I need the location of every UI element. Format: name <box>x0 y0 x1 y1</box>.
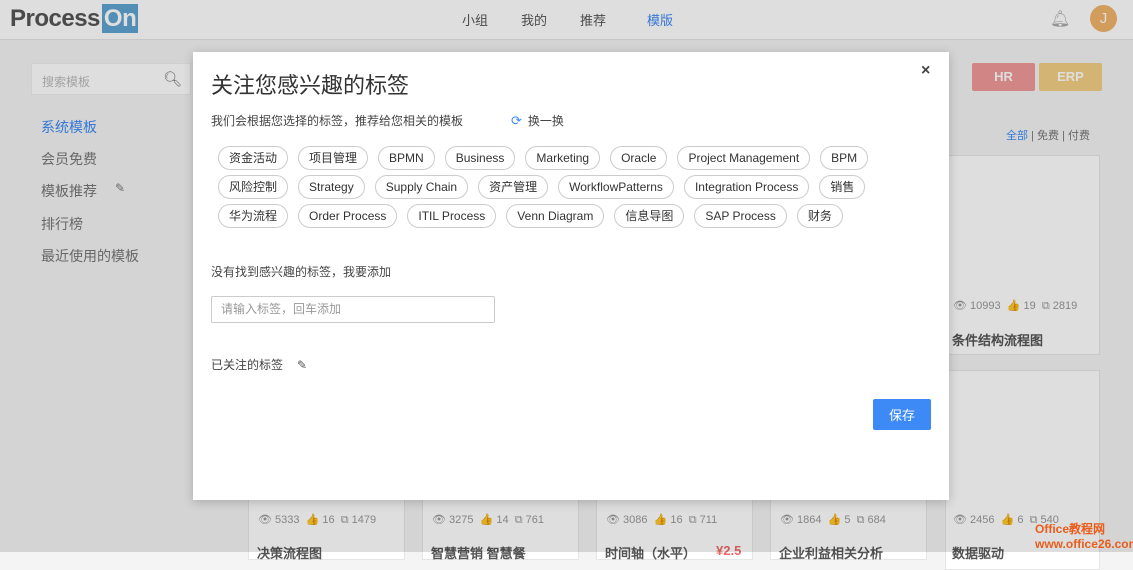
followed-tags-label: 已关注的标签 ✎ <box>211 356 307 373</box>
tag-chip[interactable]: SAP Process <box>694 204 787 228</box>
tag-row: 风险控制 Strategy Supply Chain 资产管理 WorkflowPatt… <box>218 175 898 199</box>
followed-text: 已关注的标签 <box>211 358 284 372</box>
tag-chip[interactable]: 财务 <box>796 204 843 228</box>
tag-list: 资金活动 项目管理 BPMN Business Marketing Oracle Proje… <box>218 146 898 233</box>
tag-chip[interactable]: 华为流程 <box>218 204 289 228</box>
tag-chip[interactable]: WorkflowPatterns <box>558 175 674 199</box>
tag-chip[interactable]: Business <box>444 146 516 170</box>
tag-chip[interactable]: Integration Process <box>683 175 810 199</box>
dialog-subtitle: 我们会根据您选择的标签，推荐给您相关的模板 <box>211 114 464 128</box>
tag-chip[interactable]: BPM <box>820 146 869 170</box>
tag-chip[interactable]: 资金活动 <box>218 146 289 170</box>
follow-tags-dialog: 关注您感兴趣的标签 × 我们会根据您选择的标签，推荐给您相关的模板 ⟳ 换一换 资… <box>193 52 949 500</box>
tag-chip[interactable]: 项目管理 <box>298 146 369 170</box>
close-icon[interactable]: × <box>921 62 930 80</box>
watermark: Office教程网 www.office26.com <box>1035 522 1133 551</box>
save-button[interactable]: 保存 <box>873 399 931 430</box>
tag-chip[interactable]: Strategy <box>298 175 365 199</box>
tag-chip[interactable]: Marketing <box>525 146 601 170</box>
tag-chip[interactable]: 销售 <box>819 175 866 199</box>
refresh-button[interactable]: ⟳ 换一换 <box>511 112 564 129</box>
tag-chip[interactable]: Order Process <box>298 204 398 228</box>
tag-chip[interactable]: Supply Chain <box>374 175 469 199</box>
tag-chip[interactable]: BPMN <box>378 146 435 170</box>
refresh-label: 换一换 <box>527 114 564 128</box>
tag-row: 华为流程 Order Process ITIL Process Venn Diagra… <box>218 204 898 228</box>
tag-chip[interactable]: 信息导图 <box>614 204 685 228</box>
tag-chip[interactable]: Project Management <box>677 146 811 170</box>
tag-chip[interactable]: Venn Diagram <box>506 204 605 228</box>
tag-chip[interactable]: 资产管理 <box>478 175 549 199</box>
edit-icon[interactable]: ✎ <box>297 358 307 372</box>
tag-chip[interactable]: Oracle <box>610 146 668 170</box>
tag-chip[interactable]: ITIL Process <box>407 204 497 228</box>
tag-input[interactable] <box>211 296 495 323</box>
dialog-title: 关注您感兴趣的标签 <box>211 73 410 98</box>
tag-chip[interactable]: 风险控制 <box>218 175 289 199</box>
add-tag-label: 没有找到感兴趣的标签，我要添加 <box>211 265 392 279</box>
tag-row: 资金活动 项目管理 BPMN Business Marketing Oracle Proje… <box>218 146 898 170</box>
refresh-icon: ⟳ <box>511 113 522 128</box>
